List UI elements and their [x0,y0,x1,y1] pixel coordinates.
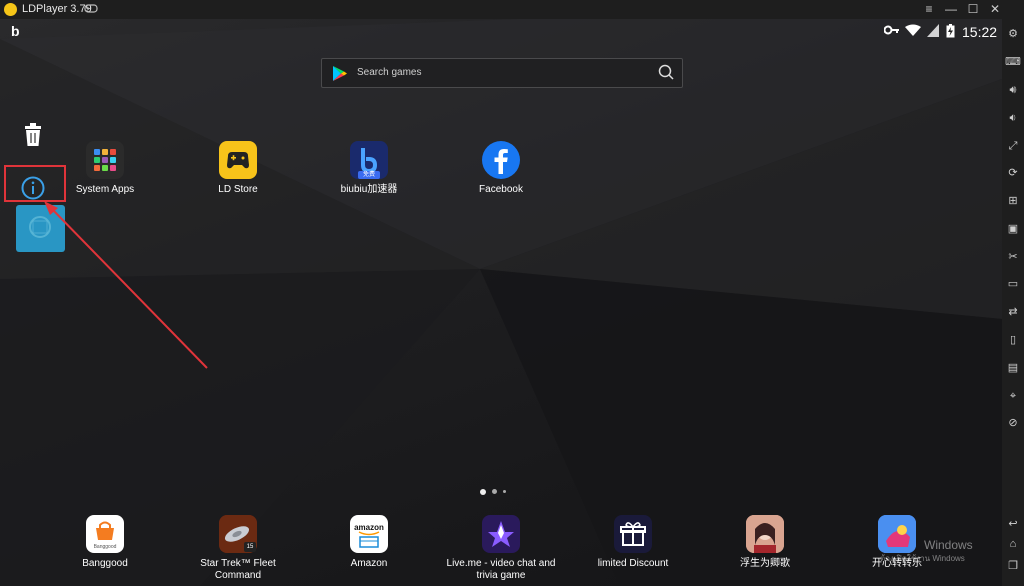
title-bar: LDPlayer 3.79 ≡ — ☐ ✕ [0,0,1024,19]
app-facebook[interactable]: Facebook [456,141,546,196]
page-indicator [480,483,512,501]
rotate-icon[interactable]: ⊘ [1002,412,1024,434]
kaixinzhuanzhuanle-icon [878,515,916,553]
app-label: 浮生为卿歌 [740,558,790,569]
search-input[interactable]: Search games [357,67,421,78]
home-icon[interactable]: ⌂ [1002,533,1024,555]
emulator-toolbar: ⚙ ⌨ 🔊︎ 🔉︎ ⤢ ⟳ ⊞ ▣ ✂ ▭ ⇄ ▯ ▤ ⌖ ⊘ ↩ ⌂ ❐ [1002,19,1024,586]
fullscreen-icon[interactable]: ⤢ [1002,135,1024,157]
app-ld-store[interactable]: LD Store [193,141,283,196]
sync-icon[interactable]: ⟳ [1002,162,1024,184]
ld-store-icon [219,141,257,179]
signal-icon [927,24,939,40]
windows-watermark-text: ต้องเปิดใช้งาน Windows [880,554,965,563]
app-label: Banggood [82,558,128,569]
dock-app-liveme[interactable]: Live.me - video chat and trivia game [443,515,559,582]
keyboard-mapping-icon[interactable]: ⌨ [1002,51,1024,73]
star-trek-badge: 15 [244,542,256,552]
biubiu-icon: 免费 [350,141,388,179]
back-icon[interactable]: ↩ [1002,513,1024,535]
app-biubiu[interactable]: 免费 biubiu加速器 [324,141,414,196]
page-dot [503,490,506,494]
maximize-button[interactable]: ☐ [962,0,984,19]
banggood-icon-text: Banggood [93,544,117,550]
app-label: LD Store [218,184,258,195]
free-badge: 免费 [358,171,380,179]
liveme-icon [482,515,520,553]
app-system-apps[interactable]: System Apps [60,141,150,196]
red-arrow [44,201,208,369]
app-label: Amazon [350,558,388,569]
app-label: Star Trek™ Fleet Command [200,558,276,581]
window-title: LDPlayer 3.79 [22,3,92,15]
dock-app-limited-discount[interactable]: limited Discount [588,515,678,570]
shake-icon[interactable]: ▯ [1002,329,1024,351]
amazon-icon-text: amazon [354,523,384,532]
clock: 15:22 [962,24,998,40]
system-apps-icon [86,141,124,179]
app-label: Live.me - video chat and trivia game [446,558,556,581]
search-bar[interactable]: Search games [321,58,683,88]
multi-instance-sync-icon[interactable]: ⇄ [1002,301,1024,323]
record-video-icon[interactable]: ▭ [1002,273,1024,295]
facebook-icon [482,141,520,179]
star-trek-icon: 15 [219,515,257,553]
gamepad-icon[interactable] [84,2,98,16]
settings-gear-icon[interactable]: ⚙ [1002,23,1024,45]
android-screen: b 15:22 Search games System Apps LD Stor… [0,19,1002,586]
play-store-icon [332,65,348,87]
monitor-icon[interactable]: ▤ [1002,357,1024,379]
page-dot [492,489,497,495]
minimize-button[interactable]: — [940,0,962,19]
scissors-icon[interactable]: ✂ [1002,246,1024,268]
search-icon[interactable] [658,64,674,85]
location-icon[interactable]: ⌖ [1002,385,1024,407]
menu-icon[interactable]: ≡ [918,0,940,19]
app-label: limited Discount [597,558,669,569]
app-label: biubiu加速器 [340,184,398,195]
battery-icon [946,24,955,41]
app-label: System Apps [75,184,135,195]
screenshot-icon[interactable]: ▣ [1002,218,1024,240]
dock-app-fushengweiqingge[interactable]: 浮生为卿歌 [720,515,810,570]
close-button[interactable]: ✕ [984,0,1006,19]
app-label: Facebook [479,184,523,195]
fushengweiqingge-icon [746,515,784,553]
dock-app-star-trek[interactable]: 15 Star Trek™ Fleet Command [193,515,283,582]
ldplayer-logo-icon [4,3,17,16]
add-apk-icon[interactable]: ⊞ [1002,190,1024,212]
volume-down-icon[interactable]: 🔉︎ [1002,107,1024,129]
page-dot-active [480,488,486,495]
recent-apps-icon[interactable]: ❐ [1002,555,1024,577]
dock-app-amazon[interactable]: amazon Amazon [324,515,414,570]
windows-watermark-title: Windows [924,538,973,552]
banggood-icon: Banggood [86,515,124,553]
dock-app-banggood[interactable]: Banggood Banggood [60,515,150,570]
volume-up-icon[interactable]: 🔊︎ [1002,79,1024,101]
wifi-icon [905,24,921,40]
gift-icon [614,515,652,553]
amazon-icon: amazon [350,515,388,553]
vpn-key-icon [883,24,900,39]
